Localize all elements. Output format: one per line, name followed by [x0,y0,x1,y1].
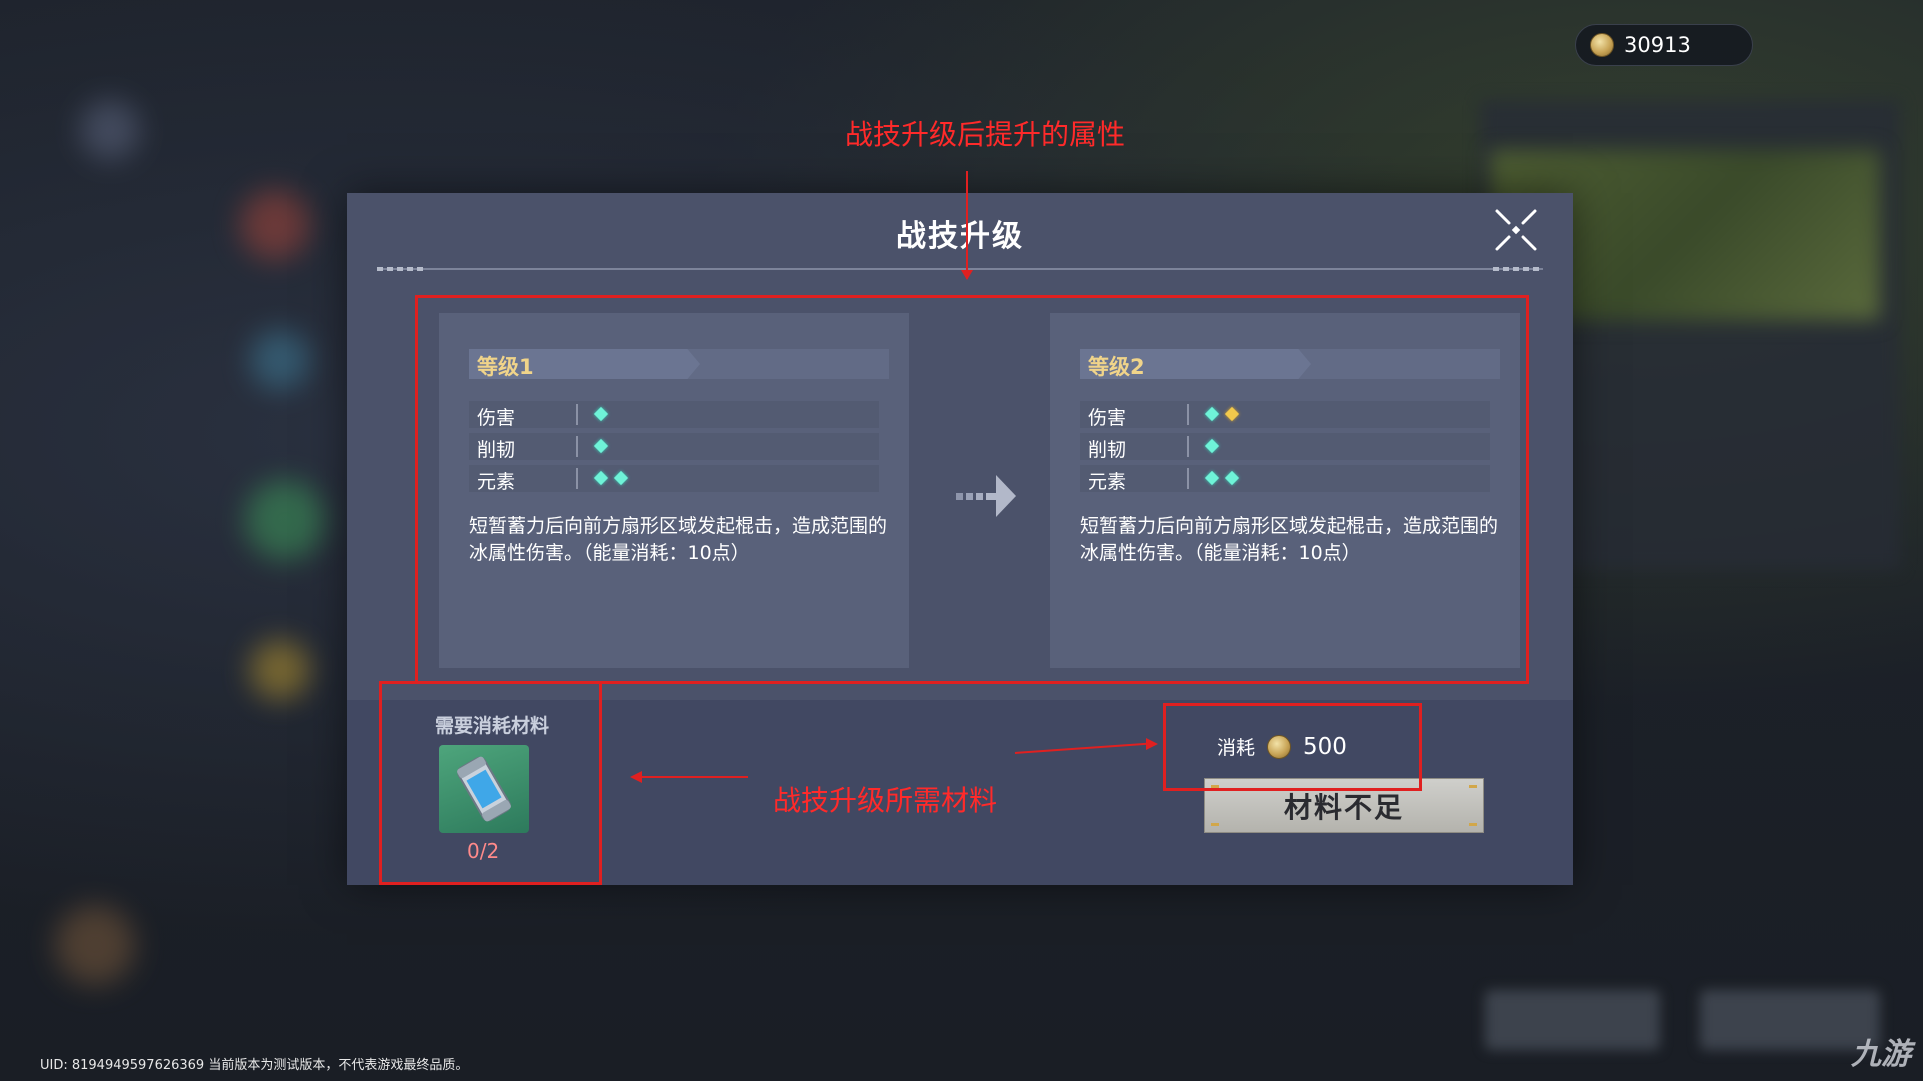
close-button[interactable] [1491,205,1541,255]
blurred-skill-icon [245,480,325,560]
blurred-skill-icon [240,190,310,260]
annotation-box-materials [379,681,602,885]
dialog-title: 战技升级 [896,219,1024,254]
annotation-materials: 战技升级所需材料 [773,784,998,817]
button-corner [1469,823,1477,826]
annotation-box-cost [1163,703,1422,791]
watermark-logo: 九游 [1851,1037,1911,1072]
annotation-arrow-head [961,270,973,280]
annotation-arrow-head [1146,738,1158,750]
upgrade-button-label: 材料不足 [1283,790,1404,824]
currency-display: 30913 [1575,24,1753,66]
annotation-attributes: 战技升级后提升的属性 [845,118,1126,151]
close-icon [1495,209,1537,251]
title-divider [377,267,1543,271]
annotation-arrow-line [640,776,748,778]
annotation-box-attributes [415,295,1529,684]
button-corner [1211,823,1219,826]
coin-icon [1590,33,1614,57]
currency-amount: 30913 [1624,33,1691,57]
blurred-avatar [80,100,140,160]
blurred-button [1485,990,1660,1050]
button-corner [1469,785,1477,788]
blurred-element-ring [55,905,135,985]
uid-footer: UID: 8194949597626369 当前版本为测试版本，不代表游戏最终品… [40,1058,469,1073]
annotation-arrow-line [966,171,968,279]
blurred-skill-icon [250,330,310,390]
annotation-arrow-head [630,771,642,783]
blurred-skill-icon [250,640,310,700]
